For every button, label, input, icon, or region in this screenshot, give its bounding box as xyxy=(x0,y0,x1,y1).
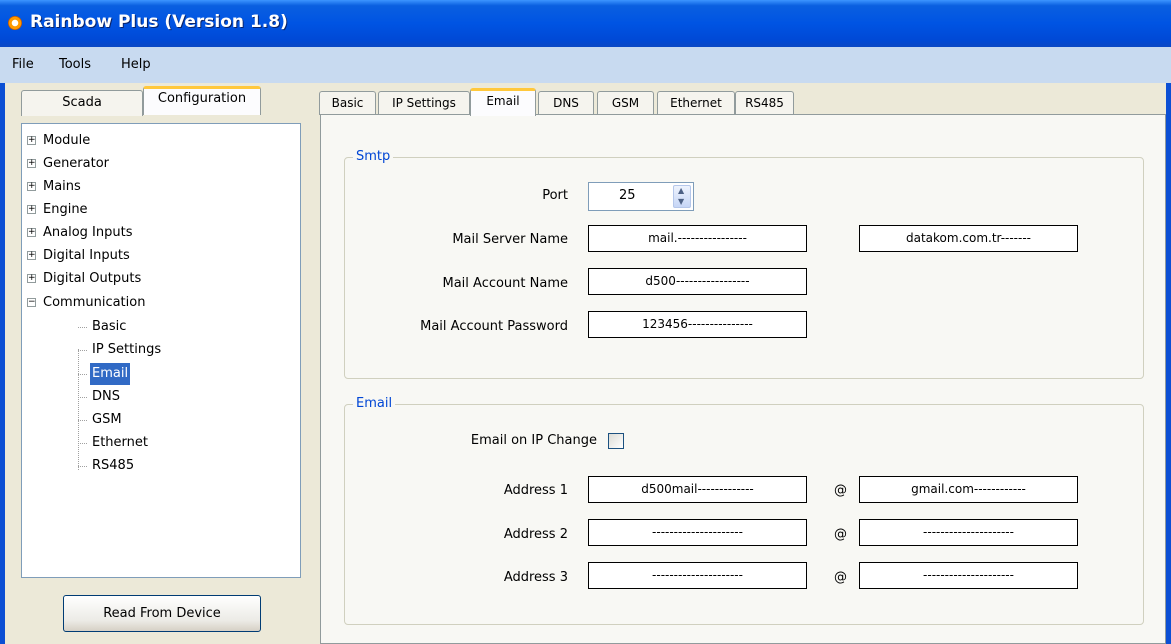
port-value: 25 xyxy=(619,188,636,203)
tab-email[interactable]: Email xyxy=(470,88,536,116)
port-spinner[interactable]: 25 ▲ ▼ xyxy=(588,182,694,211)
tree-label-email: Email xyxy=(90,363,131,385)
address-2-domain-field[interactable]: --------------------- xyxy=(859,519,1078,546)
spin-buttons[interactable]: ▲ ▼ xyxy=(673,185,691,208)
tree-label-module: Module xyxy=(43,133,91,148)
email-group-title: Email xyxy=(353,396,396,411)
address-3-user-field[interactable]: --------------------- xyxy=(588,562,807,589)
tree-label-rs485: RS485 xyxy=(92,458,135,473)
read-from-device-button[interactable]: Read From Device xyxy=(63,595,261,632)
address-3-label: Address 3 xyxy=(503,570,568,585)
tab-gsm[interactable]: GSM xyxy=(597,91,654,115)
address-1-user-field[interactable]: d500mail------------- xyxy=(588,476,807,503)
email-on-ip-change-label: Email on IP Change xyxy=(470,433,597,448)
mail-password-label: Mail Account Password xyxy=(420,319,568,334)
tree-label-generator: Generator xyxy=(43,156,110,171)
tree-label-ethernet: Ethernet xyxy=(92,435,148,450)
tree-label-mains: Mains xyxy=(43,179,81,194)
expand-icon[interactable]: + xyxy=(27,136,36,145)
at-sign: @ xyxy=(834,527,847,542)
port-label: Port xyxy=(542,188,568,203)
window-title: Rainbow Plus (Version 1.8) xyxy=(30,12,288,32)
at-sign: @ xyxy=(834,570,847,585)
smtp-group-title: Smtp xyxy=(353,149,394,164)
tree-label-gsm: GSM xyxy=(92,412,122,427)
mail-server-domain-field[interactable]: datakom.com.tr------- xyxy=(859,225,1078,252)
window-frame-right xyxy=(1166,83,1171,644)
config-tree: + Module + Generator + Mains + Engine + … xyxy=(21,123,301,578)
menu-tools[interactable]: Tools xyxy=(59,57,91,72)
menu-help[interactable]: Help xyxy=(121,57,151,72)
menu-bar: File Tools Help xyxy=(0,47,1171,83)
tree-label-basic: Basic xyxy=(92,319,127,334)
tab-scada[interactable]: Scada xyxy=(21,90,143,116)
tab-ip-settings[interactable]: IP Settings xyxy=(378,91,470,115)
tab-ethernet[interactable]: Ethernet xyxy=(657,91,735,115)
tree-label-dns: DNS xyxy=(92,389,120,404)
address-1-domain-field[interactable]: gmail.com------------ xyxy=(859,476,1078,503)
menu-file[interactable]: File xyxy=(12,57,34,72)
expand-icon[interactable]: + xyxy=(27,251,36,260)
email-on-ip-change-checkbox[interactable] xyxy=(608,433,624,449)
tree-label-engine: Engine xyxy=(43,202,88,217)
tab-configuration[interactable]: Configuration xyxy=(143,86,261,115)
title-bar[interactable]: Rainbow Plus (Version 1.8) xyxy=(0,0,1171,47)
address-1-label: Address 1 xyxy=(503,483,568,498)
app-icon xyxy=(8,16,22,30)
tree-guide-line xyxy=(78,349,79,470)
mail-password-field[interactable]: 123456--------------- xyxy=(588,311,807,338)
mail-server-label: Mail Server Name xyxy=(452,232,568,247)
email-settings-page: Smtp Port 25 ▲ ▼ Mail Server Name mail.-… xyxy=(320,114,1166,644)
expand-icon[interactable]: + xyxy=(27,205,36,214)
smtp-group: Smtp Port 25 ▲ ▼ Mail Server Name mail.-… xyxy=(344,149,1144,379)
expand-icon[interactable]: + xyxy=(27,182,36,191)
tree-label-communication: Communication xyxy=(43,295,146,310)
tree-label-analog-inputs: Analog Inputs xyxy=(43,225,133,240)
collapse-icon[interactable]: − xyxy=(27,298,36,307)
address-2-label: Address 2 xyxy=(503,527,568,542)
address-2-user-field[interactable]: --------------------- xyxy=(588,519,807,546)
tree-label-ip-settings: IP Settings xyxy=(92,342,162,357)
address-3-domain-field[interactable]: --------------------- xyxy=(859,562,1078,589)
tree-label-digital-inputs: Digital Inputs xyxy=(43,248,130,263)
expand-icon[interactable]: + xyxy=(27,159,36,168)
email-group: Email Email on IP Change Address 1 d500m… xyxy=(344,396,1144,625)
expand-icon[interactable]: + xyxy=(27,228,36,237)
tab-rs485[interactable]: RS485 xyxy=(735,91,794,115)
mail-server-field[interactable]: mail.---------------- xyxy=(588,225,807,252)
tab-basic[interactable]: Basic xyxy=(319,91,376,115)
tree-label-digital-outputs: Digital Outputs xyxy=(43,271,142,286)
right-panel: Basic IP Settings Email DNS GSM Ethernet… xyxy=(316,83,1166,644)
mail-account-field[interactable]: d500----------------- xyxy=(588,268,807,295)
tab-dns[interactable]: DNS xyxy=(538,91,594,115)
mail-account-label: Mail Account Name xyxy=(442,276,568,291)
spin-down-icon[interactable]: ▼ xyxy=(678,197,684,206)
left-panel: Scada Configuration + Module + Generator… xyxy=(5,83,310,644)
expand-icon[interactable]: + xyxy=(27,274,36,283)
spin-up-icon[interactable]: ▲ xyxy=(678,186,684,195)
at-sign: @ xyxy=(834,483,847,498)
